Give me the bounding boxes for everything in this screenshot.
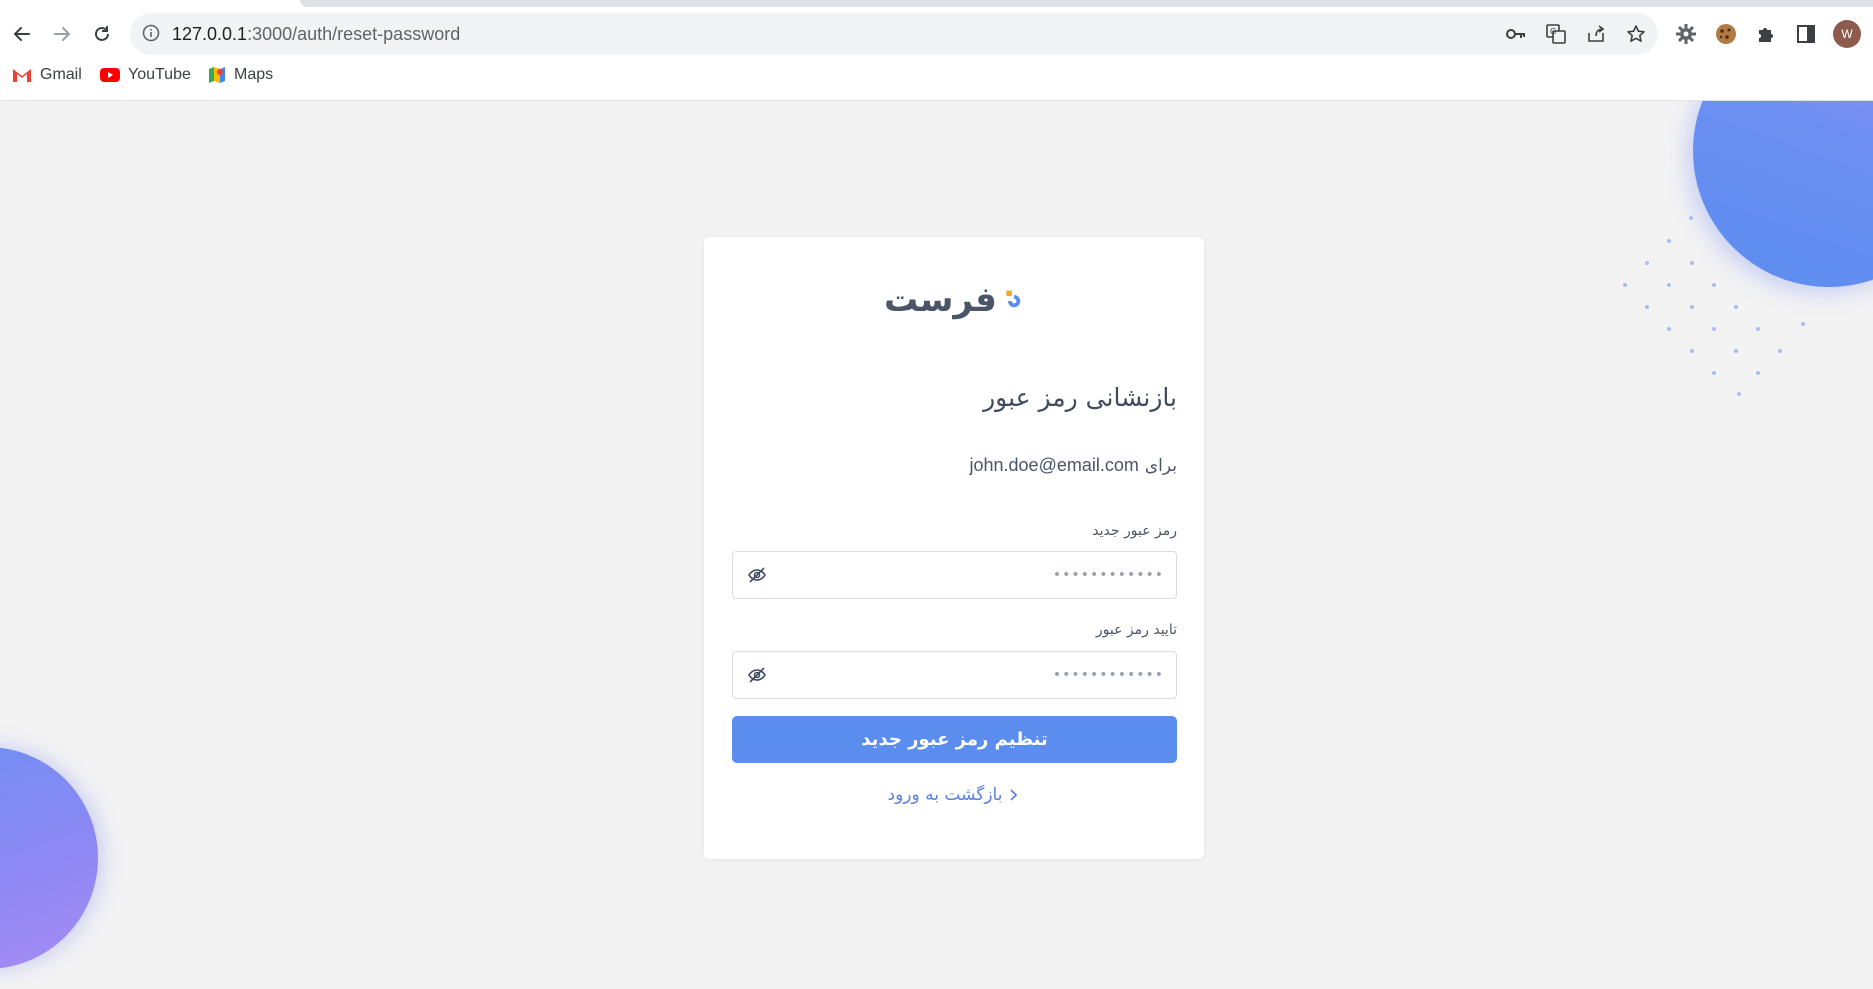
subtitle-prefix: برای — [1144, 456, 1177, 476]
brand-logo: فرست — [884, 275, 1024, 325]
eye-slash-icon[interactable] — [747, 565, 767, 585]
confirm-password-field — [732, 651, 1177, 699]
bookmark-label: Maps — [234, 66, 274, 83]
page-title: بازنشانی رمز عبور — [983, 383, 1177, 412]
new-password-input[interactable] — [779, 552, 1164, 598]
gmail-icon — [13, 69, 31, 82]
browser-chrome: 127.0.0.1:3000/auth/reset-password G W G… — [0, 0, 1873, 101]
share-icon[interactable] — [1584, 23, 1608, 45]
translate-icon[interactable]: G — [1544, 23, 1568, 45]
url-host: 127.0.0.1 — [172, 24, 248, 44]
new-password-field — [732, 551, 1177, 599]
bookmark-label: Gmail — [40, 66, 82, 83]
logo-text: فرست — [884, 280, 997, 320]
reset-password-card: فرست بازنشانی رمز عبور برای john.doe@ema… — [704, 237, 1204, 859]
bookmark-star-icon[interactable] — [1624, 23, 1648, 45]
decorative-circle-top-right — [1693, 101, 1873, 287]
browser-toolbar: 127.0.0.1:3000/auth/reset-password G — [0, 10, 1873, 58]
subtitle: برای john.doe@email.com — [970, 455, 1178, 476]
set-new-password-button[interactable]: تنظیم رمز عبور جدید — [732, 716, 1177, 763]
forward-arrow-icon[interactable] — [48, 20, 76, 48]
side-panel-icon[interactable] — [1794, 22, 1818, 46]
eye-slash-icon[interactable] — [747, 665, 767, 685]
password-key-icon[interactable] — [1504, 23, 1528, 45]
user-email: john.doe@email.com — [969, 455, 1139, 475]
maps-icon — [209, 67, 225, 83]
page-viewport: فرست بازنشانی رمز عبور برای john.doe@ema… — [0, 101, 1873, 989]
confirm-password-input[interactable] — [779, 652, 1164, 698]
url-path: :3000/auth/reset-password — [247, 24, 461, 44]
bookmark-label: YouTube — [128, 66, 191, 83]
reload-icon[interactable] — [88, 20, 116, 48]
tab-strip — [300, 0, 1873, 7]
bookmark-youtube[interactable]: YouTube — [100, 66, 191, 84]
extensions-puzzle-icon[interactable] — [1754, 22, 1778, 46]
confirm-password-label: تایید رمز عبور — [1095, 622, 1177, 638]
address-bar[interactable]: 127.0.0.1:3000/auth/reset-password G — [130, 13, 1658, 55]
profile-avatar[interactable]: W — [1833, 20, 1861, 48]
youtube-icon — [100, 68, 120, 82]
back-to-login-link[interactable]: بازگشت به ورود — [704, 785, 1204, 805]
bookmark-maps[interactable]: Maps — [208, 66, 273, 84]
chevron-right-icon — [1010, 789, 1018, 801]
decorative-circle-bottom-left — [0, 747, 98, 969]
url-text[interactable]: 127.0.0.1:3000/auth/reset-password — [172, 24, 460, 45]
extension-gear-icon[interactable] — [1674, 22, 1698, 46]
new-password-label: رمز عبور جدید — [1092, 523, 1177, 539]
bookmark-gmail[interactable]: Gmail — [12, 66, 82, 84]
site-info-icon[interactable] — [142, 24, 160, 46]
svg-text:G: G — [1550, 27, 1556, 36]
back-to-login-label: بازگشت به ورود — [887, 785, 1003, 805]
cookie-icon[interactable] — [1714, 22, 1738, 46]
logo-mark-icon — [1006, 290, 1021, 308]
bookmarks-bar: Gmail YouTube Maps — [0, 64, 1873, 90]
back-arrow-icon[interactable] — [8, 20, 36, 48]
